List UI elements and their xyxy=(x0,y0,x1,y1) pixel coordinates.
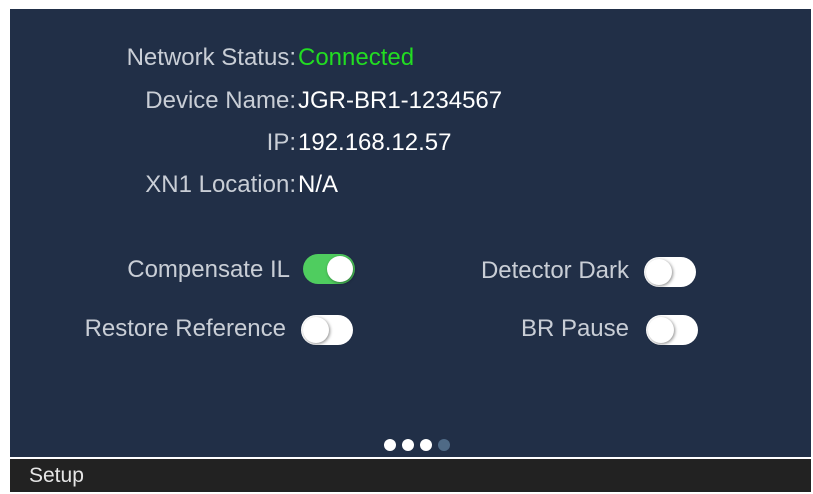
page-dot[interactable] xyxy=(402,439,414,451)
ip-label: IP: xyxy=(266,129,296,156)
xn1-location-value: N/A xyxy=(298,171,339,198)
device-name-value: JGR-BR1-1234567 xyxy=(298,87,503,114)
ip-value: 192.168.12.57 xyxy=(298,129,452,156)
network-status-value: Connected xyxy=(298,44,415,71)
page-dot[interactable] xyxy=(384,439,396,451)
screen-title: Setup xyxy=(29,464,84,487)
br-pause-label: BR Pause xyxy=(520,315,629,342)
detector-dark-label: Detector Dark xyxy=(480,257,629,284)
page-dot-current[interactable] xyxy=(420,439,432,451)
toggle-knob xyxy=(646,259,672,285)
restore-reference-toggle[interactable] xyxy=(301,315,353,345)
statusbar: Setup xyxy=(10,459,811,492)
compensate-il-label: Compensate IL xyxy=(127,256,290,283)
detector-dark-toggle[interactable] xyxy=(644,257,696,287)
device-name-label: Device Name: xyxy=(145,87,296,114)
toggle-knob xyxy=(327,256,353,282)
xn1-location-label: XN1 Location: xyxy=(145,171,296,198)
compensate-il-toggle[interactable] xyxy=(303,254,355,284)
br-pause-toggle[interactable] xyxy=(646,315,698,345)
page-dot[interactable] xyxy=(438,439,450,451)
setup-screen: Network Status: Connected Device Name: J… xyxy=(10,9,811,457)
restore-reference-label: Restore Reference xyxy=(84,315,286,342)
toggle-knob xyxy=(303,317,329,343)
page-indicator[interactable] xyxy=(384,439,450,451)
toggle-knob xyxy=(648,317,674,343)
network-status-label: Network Status: xyxy=(126,44,296,71)
